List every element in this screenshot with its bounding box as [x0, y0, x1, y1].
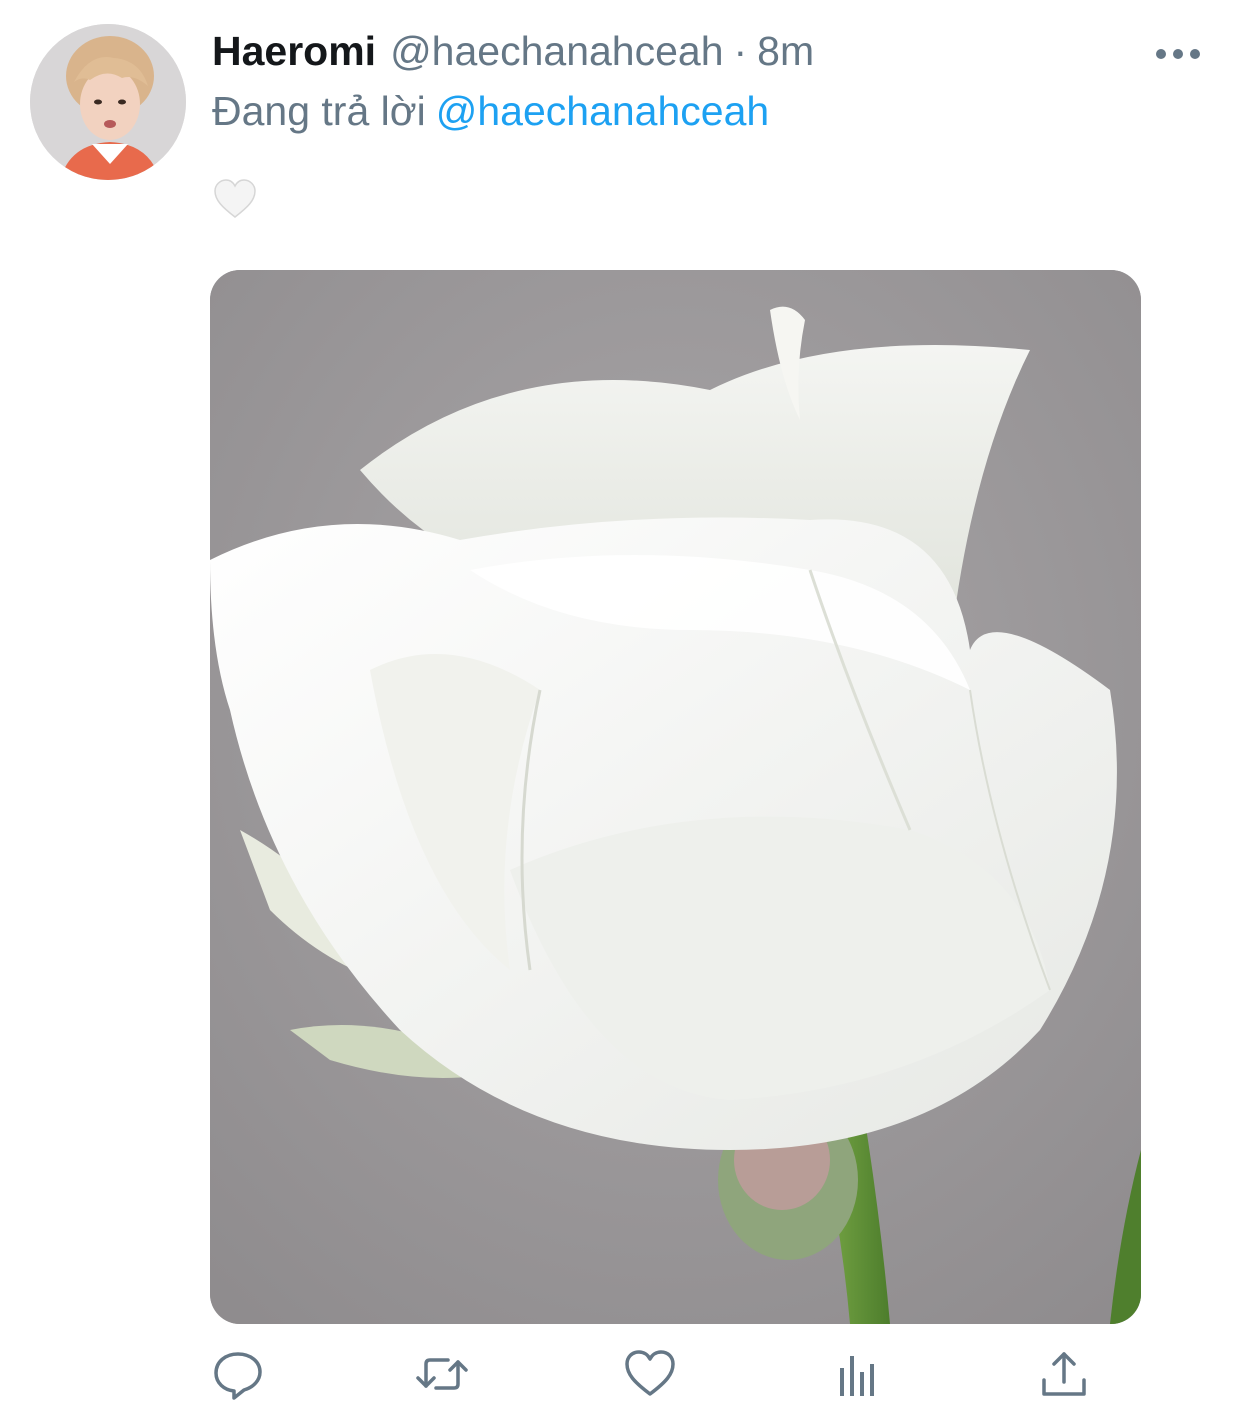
separator-dot: ·: [733, 28, 748, 74]
white-heart-emoji: [212, 176, 258, 222]
avatar[interactable]: [30, 24, 186, 180]
reply-icon[interactable]: [210, 1346, 266, 1402]
analytics-icon[interactable]: [830, 1346, 886, 1402]
more-icon[interactable]: [1156, 40, 1200, 68]
reply-to-handle[interactable]: @haechanahceah: [436, 88, 769, 134]
like-icon[interactable]: [622, 1346, 678, 1402]
more-dot: [1156, 49, 1166, 59]
more-dot: [1173, 49, 1183, 59]
retweet-icon[interactable]: [414, 1346, 470, 1402]
display-name[interactable]: Haeromi: [212, 28, 376, 75]
tweet: Haeromi @haechanahceah · 8m Đang trả lời…: [0, 0, 1242, 1424]
user-handle[interactable]: @haechanahceah: [390, 28, 723, 75]
tweet-image[interactable]: [210, 270, 1141, 1324]
more-dot: [1190, 49, 1200, 59]
reply-prefix: Đang trả lời: [212, 88, 426, 134]
tweet-actions: [210, 1346, 1090, 1406]
tweet-header: Haeromi @haechanahceah · 8m: [212, 28, 814, 78]
share-icon[interactable]: [1036, 1346, 1092, 1402]
timestamp[interactable]: 8m: [757, 28, 814, 75]
reply-context: Đang trả lời @haechanahceah: [212, 88, 769, 135]
